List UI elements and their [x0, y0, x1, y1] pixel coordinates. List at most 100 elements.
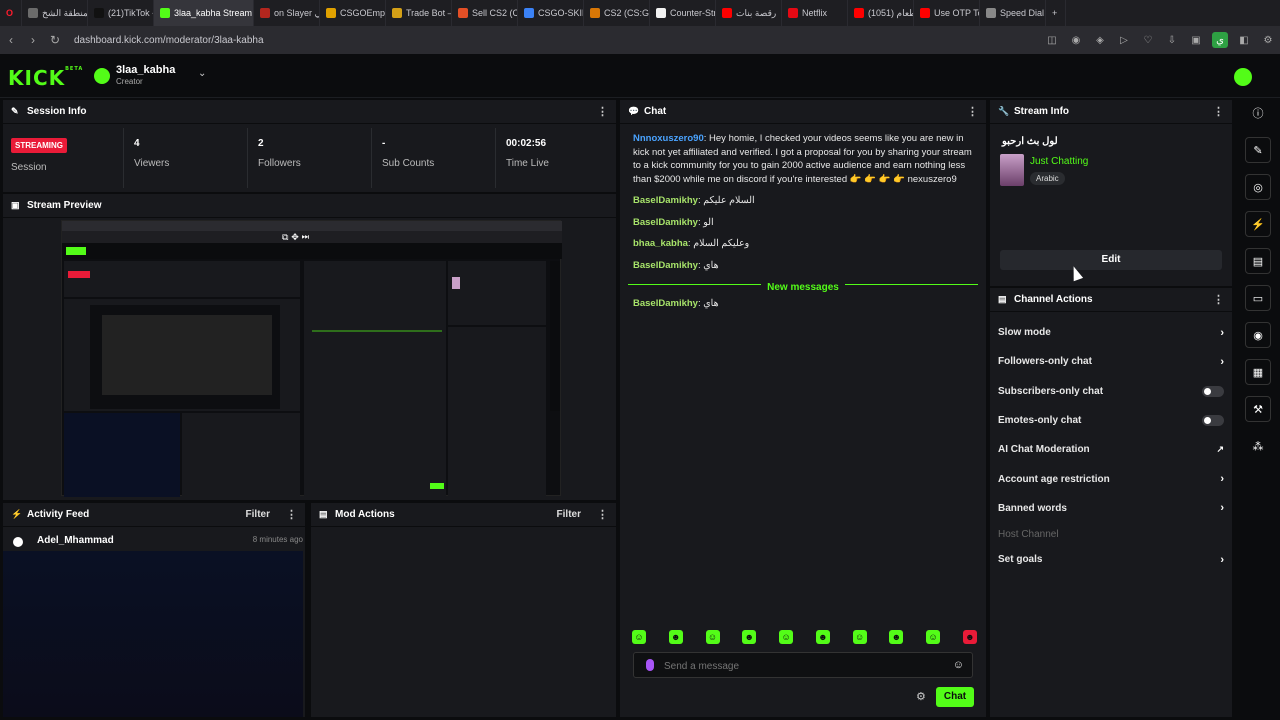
- apps-icon[interactable]: ⁂: [1245, 433, 1271, 459]
- emote-icon[interactable]: ☻: [962, 630, 977, 644]
- chat-username[interactable]: bhaa_kabha: [633, 238, 688, 249]
- filter-button[interactable]: Filter: [557, 509, 581, 520]
- browser-tab[interactable]: CS2 (CS:GO): [584, 0, 650, 26]
- chat-username[interactable]: BaselDamikhy: [633, 298, 698, 309]
- right-tool-rail: ⓘ ✎ ◎ ⚡ ▤ ▭ ◉ ▦ ⚒ ⁂: [1239, 100, 1277, 480]
- browser-tab[interactable]: Counter-Strik: [650, 0, 716, 26]
- browser-tab[interactable]: Trade Bot —: [386, 0, 452, 26]
- chat-username[interactable]: BaselDamikhy: [633, 217, 698, 228]
- ai-moderation-item[interactable]: AI Chat Moderation ↗: [990, 435, 1232, 464]
- browser-tab[interactable]: 3laa_kabha Stream - Ki: [154, 0, 254, 26]
- chat-icon[interactable]: ▭: [1245, 285, 1271, 311]
- more-options-icon[interactable]: ⋮: [967, 105, 978, 118]
- category-name[interactable]: Just Chatting: [1030, 156, 1088, 167]
- reload-icon[interactable]: ↻: [44, 33, 66, 47]
- settings-icon[interactable]: ⚙: [1260, 32, 1276, 48]
- shield-icon[interactable]: ◈: [1092, 32, 1108, 48]
- filter-button[interactable]: Filter: [246, 509, 270, 520]
- list-item[interactable]: Adel_Mhammad 8 minutes ago: [13, 535, 303, 549]
- camera-icon[interactable]: ◉: [1068, 32, 1084, 48]
- screenshot-icon[interactable]: ◫: [1044, 32, 1060, 48]
- gear-icon[interactable]: ⚙: [916, 690, 926, 703]
- microphone-icon[interactable]: [646, 659, 654, 671]
- wallet-icon[interactable]: ▣: [1188, 32, 1204, 48]
- document-icon[interactable]: ▤: [1245, 248, 1271, 274]
- forward-icon[interactable]: ›: [22, 33, 44, 47]
- chevron-down-icon[interactable]: ⌄: [198, 68, 206, 79]
- more-options-icon[interactable]: ⋮: [1213, 105, 1224, 118]
- video-player[interactable]: ⧉ ✥ ⏭: [61, 220, 562, 497]
- more-options-icon[interactable]: ⋮: [286, 508, 297, 521]
- emotes-only-toggle[interactable]: [1202, 415, 1224, 427]
- slow-mode-item[interactable]: Slow mode ›: [990, 318, 1232, 347]
- browser-tab[interactable]: رقصة بنات: [716, 0, 782, 26]
- browser-tab[interactable]: (21)TikTok - M: [88, 0, 154, 26]
- browser-tab[interactable]: Sell CS2 (CS:G: [452, 0, 518, 26]
- channel-username[interactable]: 3laa_kabha: [116, 64, 175, 76]
- browser-tab[interactable]: المنطقة الشخ: [22, 0, 88, 26]
- vpn-icon[interactable]: ◧: [1236, 32, 1252, 48]
- info-icon[interactable]: ⓘ: [1245, 100, 1271, 126]
- stream-info-panel: 🔧 Stream Info ⋮ لول بث ارحبو Just Chatti…: [990, 100, 1233, 286]
- url-field[interactable]: dashboard.kick.com/moderator/3laa-kabha: [74, 35, 1040, 46]
- user-avatar-icon[interactable]: [1234, 68, 1252, 86]
- browser-tab[interactable]: Speed Dial: [980, 0, 1046, 26]
- emote-icon[interactable]: ☻: [815, 630, 830, 644]
- subscribers-only-toggle[interactable]: [1202, 385, 1224, 397]
- browser-tab[interactable]: CSGOEmpire: [320, 0, 386, 26]
- emote-icon[interactable]: ☺: [926, 630, 941, 644]
- followers-stat: 2 Followers: [248, 128, 372, 188]
- tab-title: المنطقة الشخ: [42, 7, 88, 18]
- panel-header: 💬 Chat ⋮: [620, 100, 986, 124]
- lightning-icon[interactable]: ⚡: [1245, 211, 1271, 237]
- chat-message[interactable]: BaselDamikhy: هاي: [620, 259, 986, 273]
- banned-words-item[interactable]: Banned words ›: [990, 494, 1232, 523]
- browser-tab[interactable]: Use OTP To P: [914, 0, 980, 26]
- chat-username[interactable]: BaselDamikhy: [633, 195, 698, 206]
- chat-username[interactable]: BaselDamikhy: [633, 260, 698, 271]
- browser-tab[interactable]: طعام (1051): [848, 0, 914, 26]
- download-icon[interactable]: ⇩: [1164, 32, 1180, 48]
- back-icon[interactable]: ‹: [0, 33, 22, 47]
- send-icon[interactable]: ▷: [1116, 32, 1132, 48]
- account-age-item[interactable]: Account age restriction ›: [990, 464, 1232, 493]
- avatar[interactable]: [94, 68, 110, 84]
- browser-tab[interactable]: CSGO-SKINS: [518, 0, 584, 26]
- emote-icon[interactable]: ☻: [742, 630, 757, 644]
- action-label: Slow mode: [998, 327, 1051, 339]
- stat-value: 00:02:56: [506, 138, 547, 149]
- emote-icon[interactable]: ☺: [705, 630, 720, 644]
- more-options-icon[interactable]: ⋮: [1213, 293, 1224, 306]
- pencil-icon[interactable]: ✎: [1245, 137, 1271, 163]
- emoji-icon[interactable]: ☺: [953, 659, 964, 671]
- layout-icon[interactable]: ▦: [1245, 359, 1271, 385]
- followers-only-item[interactable]: Followers-only chat ›: [990, 347, 1232, 376]
- chat-input[interactable]: [664, 657, 934, 675]
- set-goals-item[interactable]: Set goals ›: [990, 545, 1232, 574]
- chat-username[interactable]: Nnnoxuszero90: [633, 133, 704, 144]
- chat-message[interactable]: BaselDamikhy: السلام عليكم: [620, 194, 986, 208]
- emote-icon[interactable]: ☺: [632, 630, 646, 644]
- chat-message[interactable]: bhaa_kabha: وعليكم السلام: [620, 237, 986, 251]
- target-icon[interactable]: ◎: [1245, 174, 1271, 200]
- chat-message[interactable]: BaselDamikhy: هاي: [620, 297, 732, 311]
- browser-tab[interactable]: Netflix: [782, 0, 848, 26]
- more-options-icon[interactable]: ⋮: [597, 105, 608, 118]
- more-options-icon[interactable]: ⋮: [597, 508, 608, 521]
- heart-icon[interactable]: ♡: [1140, 32, 1156, 48]
- emote-icon[interactable]: ☻: [668, 630, 683, 644]
- new-tab-button[interactable]: +: [1046, 0, 1066, 26]
- edit-button[interactable]: Edit: [1000, 250, 1222, 270]
- emote-icon[interactable]: ☻: [889, 630, 904, 644]
- kick-logo[interactable]: KICKBETA: [8, 66, 83, 90]
- send-chat-button[interactable]: Chat: [936, 687, 974, 707]
- emote-icon[interactable]: ☺: [779, 630, 794, 644]
- broadcast-icon[interactable]: ◉: [1245, 322, 1271, 348]
- chat-message[interactable]: BaselDamikhy: الو: [620, 216, 986, 230]
- wrench-icon[interactable]: ⚒: [1245, 396, 1271, 422]
- emote-icon[interactable]: ☺: [852, 630, 867, 644]
- chat-message[interactable]: Nnnoxuszero90: Hey homie, I checked your…: [620, 132, 986, 186]
- browser-tab[interactable]: on Slayer انمي: [254, 0, 320, 26]
- profile-avatar[interactable]: ي: [1212, 32, 1228, 48]
- opera-menu-icon[interactable]: O: [0, 0, 22, 26]
